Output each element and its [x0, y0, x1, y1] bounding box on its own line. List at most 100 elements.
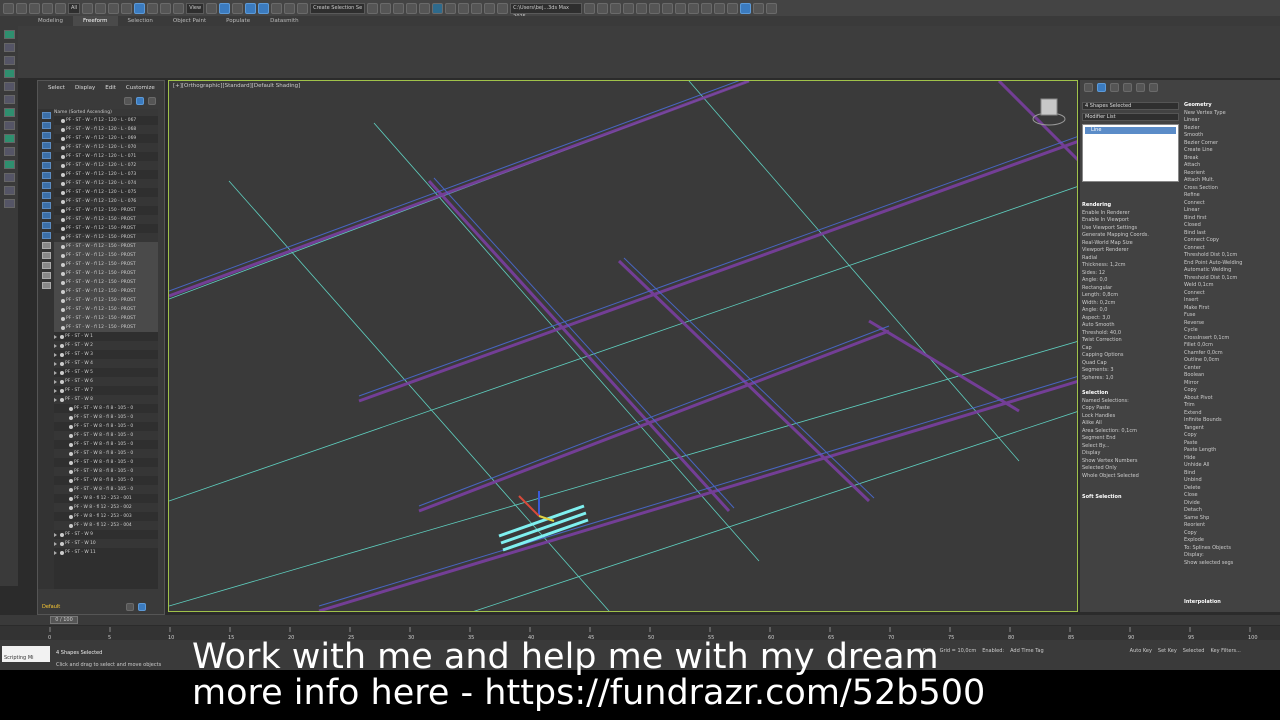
rollout-item[interactable]: Selection: [1082, 390, 1179, 398]
visibility-icon[interactable]: [61, 298, 65, 303]
motion-tab-icon[interactable]: [1123, 82, 1132, 92]
all-filter-icon[interactable]: [41, 232, 51, 239]
list-item[interactable]: PF - ST - W 5: [54, 368, 158, 377]
menu-edit[interactable]: Edit: [105, 81, 116, 95]
visibility-icon[interactable]: [61, 163, 65, 168]
geometry-item[interactable]: Linear: [1184, 207, 1276, 215]
window-crossing-icon[interactable]: [121, 2, 133, 14]
visibility-icon[interactable]: [61, 181, 65, 186]
list-item[interactable]: PF - ST - W 8 - fl 8 - 105 - 0: [54, 413, 158, 422]
list-item[interactable]: PF - ST - W - fl 12 - 120 - L - 073: [54, 170, 158, 179]
geometry-item[interactable]: Bezier Corner: [1184, 140, 1276, 148]
visibility-icon[interactable]: [60, 532, 64, 537]
add-time-tag[interactable]: Add Time Tag: [1010, 648, 1044, 654]
rollout-item[interactable]: Angle: 0,0: [1082, 307, 1179, 315]
rollout-item[interactable]: Twist Correction: [1082, 337, 1179, 345]
create-icon[interactable]: [3, 30, 15, 39]
list-item[interactable]: PF - ST - W 8 - fl 8 - 105 - 0: [54, 458, 158, 467]
geometry-item[interactable]: Bezier: [1184, 125, 1276, 133]
list-item[interactable]: PF - ST - W - fl 12 - 150 - PROST: [54, 269, 158, 278]
folder-icon[interactable]: [41, 282, 51, 289]
visibility-icon[interactable]: [69, 505, 73, 510]
list-item[interactable]: PF - ST - W 8 - fl 8 - 105 - 0: [54, 440, 158, 449]
geometry-item[interactable]: Threshold Dist 0,1cm: [1184, 252, 1276, 260]
tab-modeling[interactable]: Modeling: [28, 16, 73, 26]
align-icon[interactable]: [380, 2, 392, 14]
rollout-item[interactable]: Real-World Map Size: [1082, 240, 1179, 248]
modifier-list-dropdown[interactable]: Modifier List: [1082, 113, 1179, 121]
expand-icon[interactable]: [54, 550, 57, 555]
list-item[interactable]: PF - ST - W - fl 12 - 120 - L - 070: [54, 143, 158, 152]
visibility-icon[interactable]: [61, 190, 65, 195]
percent-snap-icon[interactable]: [271, 2, 283, 14]
toggle-layer-icon[interactable]: [393, 2, 405, 14]
geometry-title[interactable]: Geometry: [1184, 102, 1276, 110]
geometry-item[interactable]: Unbind: [1184, 477, 1276, 485]
rollout-item[interactable]: Angle: 0,0: [1082, 277, 1179, 285]
visibility-icon[interactable]: [60, 361, 64, 366]
list-item[interactable]: PF - ST - W 9: [54, 530, 158, 539]
geometry-item[interactable]: Copy: [1184, 387, 1276, 395]
utilities-tab-icon[interactable]: [1149, 82, 1158, 92]
filter-icon[interactable]: [136, 97, 144, 105]
rollout-item[interactable]: Sides: 12: [1082, 270, 1179, 278]
visibility-icon[interactable]: [60, 343, 64, 348]
rollout-item[interactable]: Length: 0,8cm: [1082, 292, 1179, 300]
list-item[interactable]: PF - ST - W - fl 12 - 120 - L - 069: [54, 134, 158, 143]
geometry-item[interactable]: Weld 0,1cm: [1184, 282, 1276, 290]
list-item[interactable]: PF - ST - W 2: [54, 341, 158, 350]
layer-dropdown[interactable]: Default: [42, 604, 60, 610]
list-item[interactable]: PF - ST - W 8: [54, 395, 158, 404]
rollout-item[interactable]: Cap: [1082, 345, 1179, 353]
expand-icon[interactable]: [54, 388, 57, 393]
rollout-item[interactable]: Auto Smooth: [1082, 322, 1179, 330]
list-item[interactable]: PF - ST - W 7: [54, 386, 158, 395]
create-tab-icon[interactable]: [1084, 82, 1093, 92]
list-item[interactable]: PF - ST - W - fl 12 - 150 - PROST: [54, 260, 158, 269]
visibility-icon[interactable]: [61, 271, 65, 276]
camera-icon[interactable]: [3, 186, 15, 195]
geometry-item[interactable]: About Pivot: [1184, 395, 1276, 403]
set-key-button[interactable]: Set Key: [1158, 648, 1177, 654]
expand-icon[interactable]: [54, 361, 57, 366]
unlink-icon[interactable]: [42, 2, 53, 14]
visibility-icon[interactable]: [69, 424, 73, 429]
geometry-item[interactable]: Bind first: [1184, 215, 1276, 223]
geometry-item[interactable]: Explode: [1184, 537, 1276, 545]
rollout-item[interactable]: Rendering: [1082, 202, 1179, 210]
rollout-item[interactable]: Width: 0,2cm: [1082, 300, 1179, 308]
asset-icon[interactable]: [610, 2, 622, 14]
spacewarps-filter-icon[interactable]: [41, 162, 51, 169]
list-item[interactable]: PF - ST - W 6: [54, 377, 158, 386]
expand-icon[interactable]: [54, 334, 57, 339]
visibility-icon[interactable]: [61, 136, 65, 141]
containers-filter-icon[interactable]: [41, 202, 51, 209]
geometry-item[interactable]: Connect: [1184, 200, 1276, 208]
visibility-icon[interactable]: [60, 388, 64, 393]
visibility-icon[interactable]: [69, 523, 73, 528]
rollout-item[interactable]: Display: [1082, 450, 1179, 458]
geometry-item[interactable]: Copy: [1184, 432, 1276, 440]
rollout-item[interactable]: Spheres: 1,0: [1082, 375, 1179, 383]
set-project-icon[interactable]: [597, 2, 609, 14]
expand-icon[interactable]: [54, 541, 57, 546]
time-slider-thumb[interactable]: 0 / 100: [50, 616, 78, 624]
geometry-item[interactable]: Connect: [1184, 290, 1276, 298]
rollout-item[interactable]: Area Selection: 0,1cm: [1082, 428, 1179, 436]
time-slider[interactable]: 0 / 100: [0, 615, 1280, 625]
geometry-item[interactable]: To: Splines Objects: [1184, 545, 1276, 553]
hierarchy-tab-icon[interactable]: [1110, 82, 1119, 92]
tree-icon[interactable]: [3, 121, 15, 130]
key-filters-button[interactable]: Key Filters...: [1210, 648, 1240, 654]
visibility-icon[interactable]: [61, 316, 65, 321]
rollout-item[interactable]: Named Selections:: [1082, 398, 1179, 406]
geometry-item[interactable]: Copy: [1184, 530, 1276, 538]
rotate-icon[interactable]: [147, 2, 159, 14]
place-icon[interactable]: [173, 2, 185, 14]
named-selection-dropdown[interactable]: Create Selection Se: [310, 2, 366, 14]
rollout-item[interactable]: Show Vertex Numbers: [1082, 458, 1179, 466]
pivot-center-icon[interactable]: [206, 2, 218, 14]
visibility-icon[interactable]: [61, 235, 65, 240]
light-icon[interactable]: [3, 199, 15, 208]
visibility-icon[interactable]: [69, 478, 73, 483]
